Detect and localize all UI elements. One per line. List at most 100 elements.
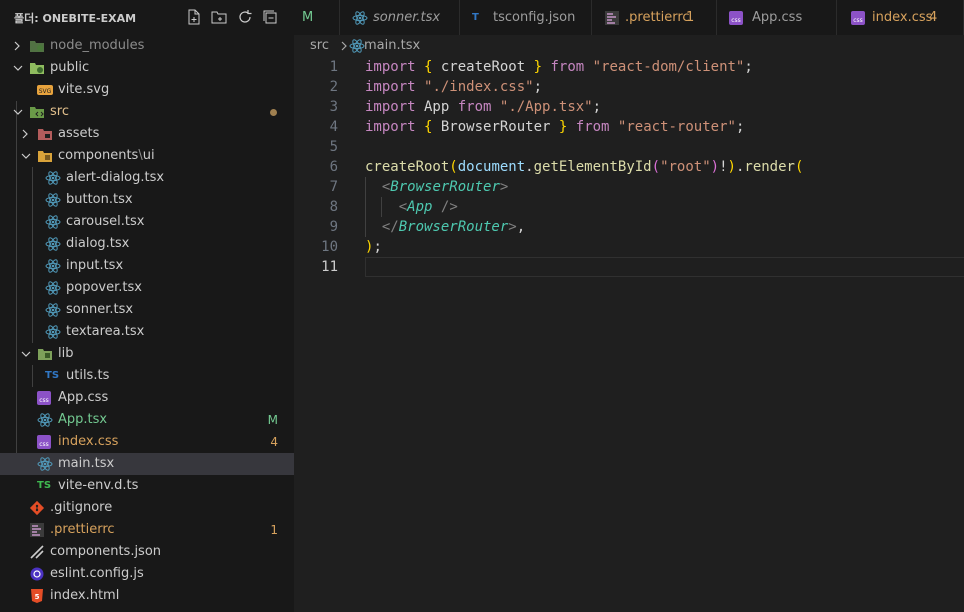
tree-item-label: sonner.tsx xyxy=(66,302,134,317)
tree-file-button[interactable]: button.tsx xyxy=(0,189,294,211)
line-number: 3 xyxy=(329,99,338,115)
folder-components-icon xyxy=(38,151,52,162)
react-icon xyxy=(45,281,61,295)
code-line: 9 </BrowserRouter>, xyxy=(294,217,964,237)
tree-item-label: App.css xyxy=(58,390,109,405)
collapse-all-icon[interactable] xyxy=(262,9,278,25)
tree-file-app-css[interactable]: css App.css xyxy=(0,387,294,409)
tree-item-label: node_modules xyxy=(50,38,145,53)
tab-git-badge: M xyxy=(302,10,314,25)
tree-folder-components-ui[interactable]: components\ui xyxy=(0,145,294,167)
tree-folder-node-modules[interactable]: node_modules xyxy=(0,35,294,57)
tree-folder-src[interactable]: src xyxy=(0,101,294,123)
tree-item-label: carousel.tsx xyxy=(66,214,145,229)
code-line: 4 import { BrowserRouter } from "react-r… xyxy=(294,117,964,137)
svg-text:5: 5 xyxy=(35,593,40,601)
code-text: createRoot(document.getElementById("root… xyxy=(365,159,804,175)
tab-label: App.css xyxy=(752,10,803,25)
chevron-down-icon xyxy=(13,65,23,71)
tree-file-textarea[interactable]: textarea.tsx xyxy=(0,321,294,343)
tree-item-label: lib xyxy=(58,346,74,361)
tree-item-label: index.css xyxy=(58,434,119,449)
prettier-icon xyxy=(30,523,44,537)
line-number: 6 xyxy=(329,159,338,175)
tree-file-gitignore[interactable]: .gitignore xyxy=(0,497,294,519)
line-number: 10 xyxy=(321,239,338,255)
breadcrumb: src main.tsx xyxy=(294,35,964,57)
tree-item-label: input.tsx xyxy=(66,258,124,273)
breadcrumb-file[interactable]: main.tsx xyxy=(364,35,420,57)
tree-file-utils[interactable]: TS utils.ts xyxy=(0,365,294,387)
react-icon xyxy=(45,325,61,339)
svg-text:css: css xyxy=(39,441,49,448)
folder-node-icon xyxy=(30,41,44,52)
git-status-badge: M xyxy=(267,413,278,427)
folder-assets-icon xyxy=(38,129,52,140)
tree-folder-assets[interactable]: assets xyxy=(0,123,294,145)
react-icon xyxy=(45,237,61,251)
tree-file-input[interactable]: input.tsx xyxy=(0,255,294,277)
tree-file-index-html[interactable]: 5 index.html xyxy=(0,585,294,607)
refresh-icon[interactable] xyxy=(237,9,253,25)
tree-folder-lib[interactable]: lib xyxy=(0,343,294,365)
react-icon xyxy=(45,193,61,207)
tree-file-vite-svg[interactable]: SVG vite.svg xyxy=(0,79,294,101)
explorer-panel: 폴더: ONEBITE-EXAM node_modules public SVG… xyxy=(0,0,294,612)
tree-item-label: src xyxy=(50,104,69,119)
tab-index-css[interactable]: css index.css 4 xyxy=(837,0,964,35)
breadcrumb-folder[interactable]: src xyxy=(310,35,329,57)
code-text: ); xyxy=(365,239,382,255)
html-icon: 5 xyxy=(31,589,43,603)
tree-file-dialog[interactable]: dialog.tsx xyxy=(0,233,294,255)
tree-file-prettierrc[interactable]: .prettierrc 1 xyxy=(0,519,294,541)
tree-file-app-tsx[interactable]: App.tsx M xyxy=(0,409,294,431)
line-number: 8 xyxy=(329,199,338,215)
tree-folder-public[interactable]: public xyxy=(0,57,294,79)
tree-file-main-tsx[interactable]: main.tsx xyxy=(0,453,294,475)
tree-file-eslint-config[interactable]: eslint.config.js xyxy=(0,563,294,585)
tree-item-label: public xyxy=(50,60,90,75)
chevron-down-icon xyxy=(21,153,31,159)
prettier-icon xyxy=(605,11,619,25)
tab-app-tsx[interactable]: M xyxy=(294,0,340,35)
code-line: 6 createRoot(document.getElementById("ro… xyxy=(294,157,964,177)
new-folder-icon[interactable] xyxy=(211,9,227,25)
tree-item-label: button.tsx xyxy=(66,192,133,207)
svg-text:css: css xyxy=(731,17,741,24)
chevron-down-icon xyxy=(13,109,23,115)
shadcn-icon xyxy=(30,545,44,559)
tree-item-label: index.html xyxy=(50,588,120,603)
tab-prettierrc[interactable]: .prettierrc 1 xyxy=(592,0,717,35)
tab-problem-badge: 4 xyxy=(929,10,938,25)
tree-item-label: popover.tsx xyxy=(66,280,142,295)
tree-item-label: textarea.tsx xyxy=(66,324,145,339)
tree-file-alert-dialog[interactable]: alert-dialog.tsx xyxy=(0,167,294,189)
tab-tsconfig-json[interactable]: T tsconfig.json xyxy=(460,0,592,35)
tree-file-components-json[interactable]: components.json xyxy=(0,541,294,563)
explorer-header: 폴더: ONEBITE-EXAM xyxy=(0,0,294,35)
tree-item-label: App.tsx xyxy=(58,412,108,427)
code-editor[interactable]: 1 import { createRoot } from "react-dom/… xyxy=(294,57,964,612)
tab-sonner-tsx[interactable]: sonner.tsx xyxy=(340,0,460,35)
tree-file-carousel[interactable]: carousel.tsx xyxy=(0,211,294,233)
folder-title: 폴더: ONEBITE-EXAM xyxy=(14,12,137,25)
tree-file-sonner[interactable]: sonner.tsx xyxy=(0,299,294,321)
chevron-right-icon xyxy=(14,41,20,51)
folder-lib-icon xyxy=(38,349,52,360)
tab-label: sonner.tsx xyxy=(373,10,441,25)
code-line: 2 import "./index.css"; xyxy=(294,77,964,97)
code-text: import { createRoot } from "react-dom/cl… xyxy=(365,59,753,75)
tab-app-css[interactable]: css App.css xyxy=(717,0,837,35)
tab-label: index.css xyxy=(872,10,933,25)
css-icon: css xyxy=(729,11,743,25)
tree-item-label: components.json xyxy=(50,544,162,559)
tree-file-vite-env[interactable]: TS vite-env.d.ts xyxy=(0,475,294,497)
folder-src-icon xyxy=(30,107,44,118)
typescript-def-icon: TS xyxy=(37,480,52,491)
tree-file-popover[interactable]: popover.tsx xyxy=(0,277,294,299)
new-file-icon[interactable] xyxy=(186,9,202,25)
tree-file-index-css[interactable]: css index.css 4 xyxy=(0,431,294,453)
css-icon: css xyxy=(37,435,51,449)
tree-item-label-part: components xyxy=(58,148,139,163)
code-line: 11 xyxy=(294,257,964,277)
